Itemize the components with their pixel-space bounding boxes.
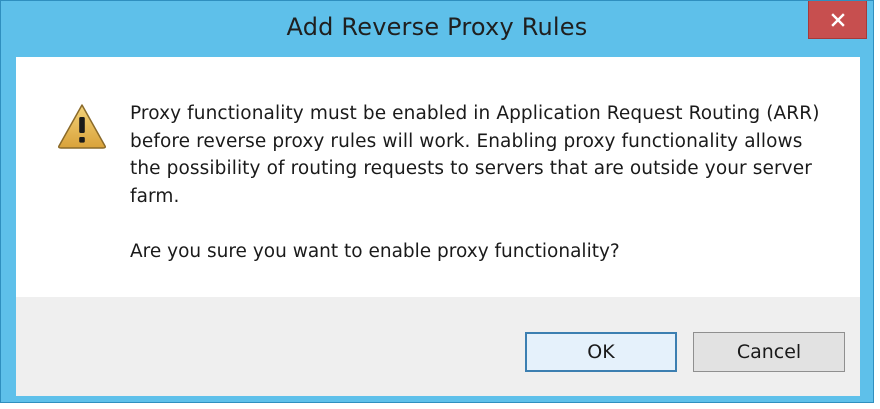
ok-button[interactable]: OK <box>525 332 677 372</box>
dialog-title: Add Reverse Proxy Rules <box>286 13 588 41</box>
dialog-body: Proxy functionality must be enabled in A… <box>16 57 860 396</box>
close-button[interactable] <box>808 1 867 39</box>
cancel-button[interactable]: Cancel <box>693 332 845 372</box>
button-bar: OK Cancel <box>16 297 860 396</box>
warning-icon <box>56 102 108 150</box>
message-area: Proxy functionality must be enabled in A… <box>16 57 860 297</box>
warning-message: Proxy functionality must be enabled in A… <box>130 103 820 207</box>
title-bar[interactable]: Add Reverse Proxy Rules <box>1 1 873 57</box>
confirmation-question: Are you sure you want to enable proxy fu… <box>130 241 620 262</box>
proxy-dialog: Add Reverse Proxy Rules Proxy functional… <box>0 0 874 403</box>
close-icon <box>830 12 846 28</box>
